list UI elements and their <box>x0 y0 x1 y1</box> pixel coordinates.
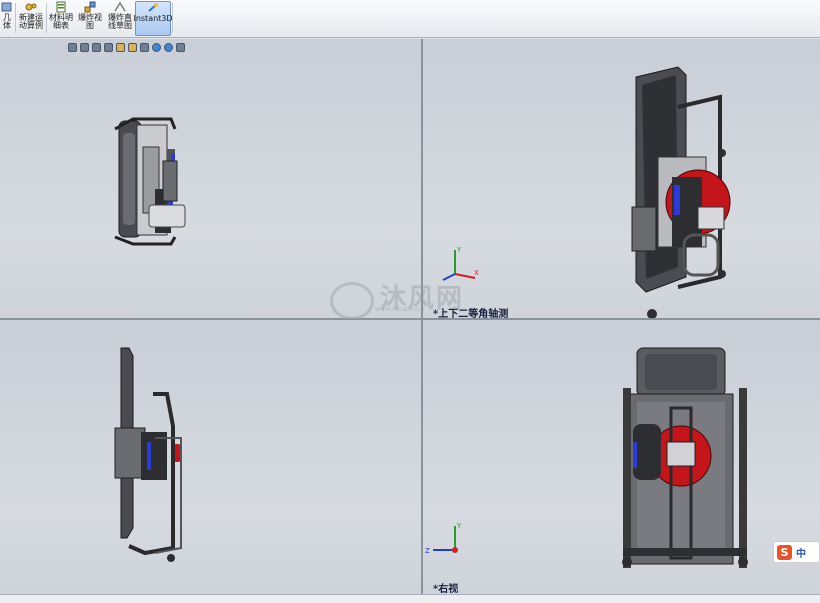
ime-indicator[interactable]: S 中 <box>773 541 820 563</box>
bom-icon <box>56 1 66 13</box>
triad-x-label: X <box>474 269 479 277</box>
geometry-button[interactable]: 几 体 <box>0 1 16 36</box>
watermark-logo <box>330 282 374 320</box>
command-manager-toolbar: 几 体 新建运 动算例 材料明 细表 爆炸视 图 爆炸直 线草图 Instant… <box>0 0 820 38</box>
explode-line-sketch-button[interactable]: 爆炸直 线草图 <box>106 1 134 36</box>
viewport-splitter-horizontal[interactable] <box>0 318 820 320</box>
model-top-view[interactable] <box>0 320 421 594</box>
viewport-splitter-vertical[interactable] <box>421 39 423 594</box>
toolbar-separator <box>46 3 47 33</box>
exploded-view-icon <box>84 1 96 13</box>
model-right-view[interactable] <box>423 320 820 594</box>
toolbar-label: 材料明 细表 <box>49 13 73 30</box>
triad-y-label: Y <box>456 246 462 254</box>
toolbar-separator <box>172 3 173 33</box>
toolbar-label: 爆炸直 线草图 <box>108 13 132 30</box>
instant3d-button[interactable]: Instant3D <box>133 1 173 36</box>
coordinate-triad-right: Y Z <box>425 522 462 555</box>
toolbar-label: 新建运 动算例 <box>19 13 43 30</box>
motion-study-icon <box>25 3 37 11</box>
bom-button[interactable]: 材料明 细表 <box>48 1 74 36</box>
watermark-subtext: www.mfcad.com <box>375 306 425 313</box>
viewport-bottom-right[interactable]: Y Z *右视 <box>423 320 820 594</box>
new-motion-study-button[interactable]: 新建运 动算例 <box>17 1 45 36</box>
exploded-view-button[interactable]: 爆炸视 图 <box>77 1 103 36</box>
model-front-view[interactable] <box>0 39 421 318</box>
ime-mode-label: 中 <box>796 548 806 560</box>
toolbar-label: 几 体 <box>3 13 11 30</box>
status-bar <box>0 594 820 603</box>
instant3d-icon <box>148 3 158 12</box>
viewport-top-left[interactable] <box>0 39 421 318</box>
sogou-logo-icon: S <box>777 544 792 560</box>
geometry-icon <box>1 2 12 12</box>
explode-line-sketch-icon <box>114 1 126 12</box>
triad-z-label: Z <box>425 547 430 555</box>
triad-y-label: Y <box>456 522 462 530</box>
toolbar-label: Instant3D <box>133 14 173 23</box>
view-label-right: *右视 <box>433 584 459 594</box>
toolbar-label: 爆炸视 图 <box>78 13 102 30</box>
viewport-top-right[interactable]: Y X *上下二等角轴测 <box>423 39 820 318</box>
toolbar-separator <box>15 3 16 33</box>
viewport-bottom-left[interactable] <box>0 320 421 594</box>
model-isometric-view[interactable] <box>423 39 820 318</box>
solidworks-window: 几 体 新建运 动算例 材料明 细表 爆炸视 图 爆炸直 线草图 Instant… <box>0 0 820 603</box>
